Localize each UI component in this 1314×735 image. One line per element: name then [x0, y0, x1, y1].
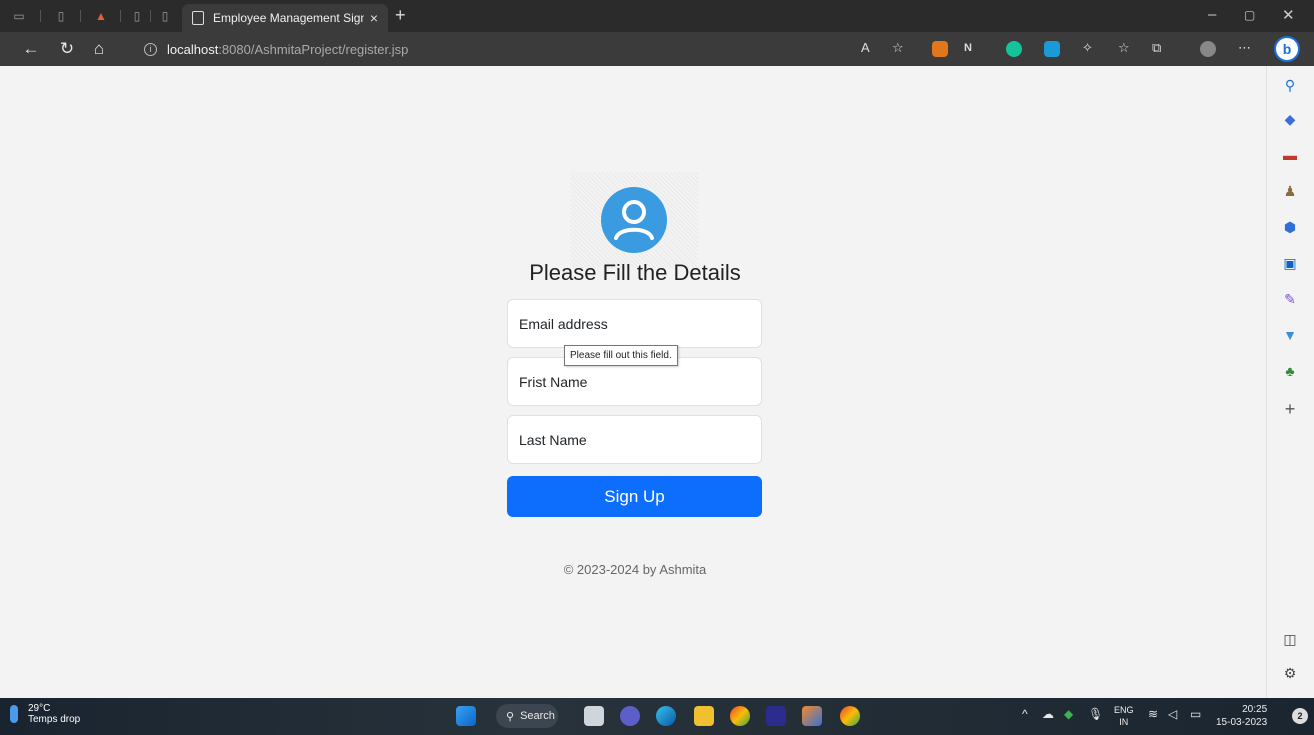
edge-browser-icon[interactable] — [656, 706, 676, 726]
close-window-button[interactable]: ✕ — [1282, 6, 1295, 24]
tab-divider — [120, 10, 121, 22]
app-icon[interactable] — [802, 706, 822, 726]
minimize-button[interactable]: – — [1208, 6, 1216, 23]
chrome-icon[interactable] — [840, 706, 860, 726]
clock-time: 20:25 — [1242, 704, 1268, 715]
microsoft-365-icon[interactable]: ⬢ — [1281, 218, 1299, 236]
address-bar[interactable]: i localhost :8080/AshmitaProject/registe… — [132, 36, 868, 62]
document-icon — [192, 11, 204, 25]
favorites-icon[interactable]: ☆ — [1118, 40, 1130, 56]
microphone-icon[interactable]: 🎙 — [1088, 707, 1103, 721]
search-label: Search — [520, 710, 555, 722]
collections-icon[interactable]: ⧉ — [1152, 40, 1161, 56]
weather-text: Temps drop — [28, 714, 81, 725]
url-path: :8080/AshmitaProject/register.jsp — [218, 41, 409, 57]
battery-icon[interactable]: ▭ — [1190, 707, 1201, 721]
shopping-tag-icon[interactable]: ◆ — [1281, 110, 1299, 128]
system-clock[interactable]: 20:25 15-03-2023 — [1216, 703, 1267, 729]
chrome-icon[interactable] — [730, 706, 750, 726]
metamask-extension-icon[interactable] — [932, 41, 948, 57]
maximize-button[interactable]: ▢ — [1244, 8, 1255, 22]
language-indicator[interactable]: ENG IN — [1114, 704, 1134, 728]
volume-icon[interactable]: ◁ — [1168, 707, 1177, 721]
search-icon: ⚲ — [506, 710, 515, 723]
user-icon — [601, 187, 667, 253]
sign-up-button[interactable]: Sign Up — [507, 476, 762, 517]
email-placeholder: Email address — [519, 315, 608, 332]
games-icon[interactable]: ♟ — [1281, 182, 1299, 200]
start-windows-icon[interactable] — [456, 706, 476, 726]
notification-badge[interactable]: 2 — [1292, 708, 1308, 724]
refresh-icon[interactable]: ↻ — [56, 38, 78, 60]
grammarly-extension-icon[interactable] — [1006, 41, 1022, 57]
tab-page-icon[interactable]: ▯ — [52, 7, 70, 25]
tray-app-icon[interactable]: ◆ — [1064, 707, 1073, 721]
profile-avatar-icon[interactable] — [1200, 41, 1216, 57]
thermometer-icon — [10, 705, 18, 723]
tools-briefcase-icon[interactable]: ▬ — [1281, 146, 1299, 164]
tab-page-icon[interactable]: ▯ — [128, 7, 146, 25]
read-aloud-icon[interactable]: A — [861, 40, 870, 55]
extensions-puzzle-icon[interactable]: ✧ — [1082, 40, 1093, 56]
file-explorer-icon[interactable] — [694, 706, 714, 726]
page-heading: Please Fill the Details — [529, 260, 741, 285]
user-avatar-image — [570, 172, 698, 268]
sidebar-settings-gear-icon[interactable]: ⚙ — [1281, 664, 1299, 682]
add-sidebar-app-icon[interactable]: + — [1281, 399, 1299, 419]
temperature: 29°C — [28, 703, 51, 714]
windows-taskbar: 29°C Temps drop ⚲ Search ^ ☁ ◆ 🎙 ENG IN … — [0, 698, 1314, 735]
tree-icon[interactable]: ♣ — [1281, 362, 1299, 380]
back-arrow-icon[interactable]: ← — [20, 38, 42, 60]
edge-sidebar: ⚲ ◆ ▬ ♟ ⬢ ▣ ✎ ▼ ♣ + ◫ ⚙ — [1266, 66, 1314, 698]
tab-page-icon[interactable]: ▯ — [156, 7, 174, 25]
onedrive-cloud-icon[interactable]: ☁ — [1042, 707, 1054, 721]
validation-tooltip: Please fill out this field. — [564, 345, 678, 366]
tab-close-icon[interactable]: × — [370, 10, 378, 26]
info-icon[interactable]: i — [144, 42, 157, 56]
last-name-placeholder: Last Name — [519, 431, 587, 448]
clock-date: 15-03-2023 — [1216, 717, 1268, 728]
weather-widget[interactable]: 29°C Temps drop — [10, 703, 80, 725]
page-content: Please Fill the Details Email address Fr… — [0, 66, 1266, 698]
region-code: IN — [1119, 717, 1129, 727]
teams-chat-icon[interactable] — [620, 706, 640, 726]
search-icon[interactable]: ⚲ — [1281, 76, 1299, 94]
workspaces-icon[interactable]: ▭ — [10, 7, 28, 25]
tab-employee-management[interactable]: Employee Management Sign up × — [182, 4, 388, 32]
outlook-icon[interactable]: ▣ — [1281, 254, 1299, 272]
browser-tab-strip: ▭ ▯ ▲ ▯ ▯ Employee Management Sign up × … — [0, 0, 1314, 32]
last-name-field[interactable]: Last Name — [507, 415, 762, 464]
app-icon[interactable] — [766, 706, 786, 726]
bing-chat-icon[interactable]: b — [1274, 36, 1300, 62]
tab-divider — [80, 10, 81, 22]
extension-icon[interactable] — [1044, 41, 1060, 57]
tab-divider — [150, 10, 151, 22]
add-favorite-icon[interactable]: ☆ — [892, 40, 904, 56]
first-name-placeholder: Frist Name — [519, 373, 588, 390]
tab-app-icon[interactable]: ▲ — [92, 7, 110, 25]
copyright-text: © 2023-2024 by Ashmita — [563, 562, 707, 577]
home-icon[interactable]: ⌂ — [88, 38, 110, 60]
tab-title: Employee Management Sign up — [213, 11, 364, 25]
show-hidden-icons-chevron-icon[interactable]: ^ — [1022, 707, 1028, 721]
more-menu-icon[interactable]: ⋯ — [1238, 40, 1251, 56]
task-view-icon[interactable] — [584, 706, 604, 726]
notion-extension-icon[interactable]: N — [964, 42, 980, 58]
new-tab-button[interactable]: + — [395, 5, 406, 26]
drop-icon[interactable]: ▼ — [1281, 326, 1299, 344]
language-code: ENG — [1114, 705, 1134, 715]
email-field[interactable]: Email address — [507, 299, 762, 348]
url-host: localhost — [167, 41, 219, 57]
hide-sidebar-icon[interactable]: ◫ — [1281, 630, 1299, 648]
tab-divider — [40, 10, 41, 22]
wifi-icon[interactable]: ≋ — [1148, 707, 1158, 721]
browser-toolbar: ← ↻ ⌂ i localhost :8080/AshmitaProject/r… — [0, 32, 1314, 66]
taskbar-search[interactable]: ⚲ Search — [496, 704, 558, 728]
designer-icon[interactable]: ✎ — [1281, 290, 1299, 308]
